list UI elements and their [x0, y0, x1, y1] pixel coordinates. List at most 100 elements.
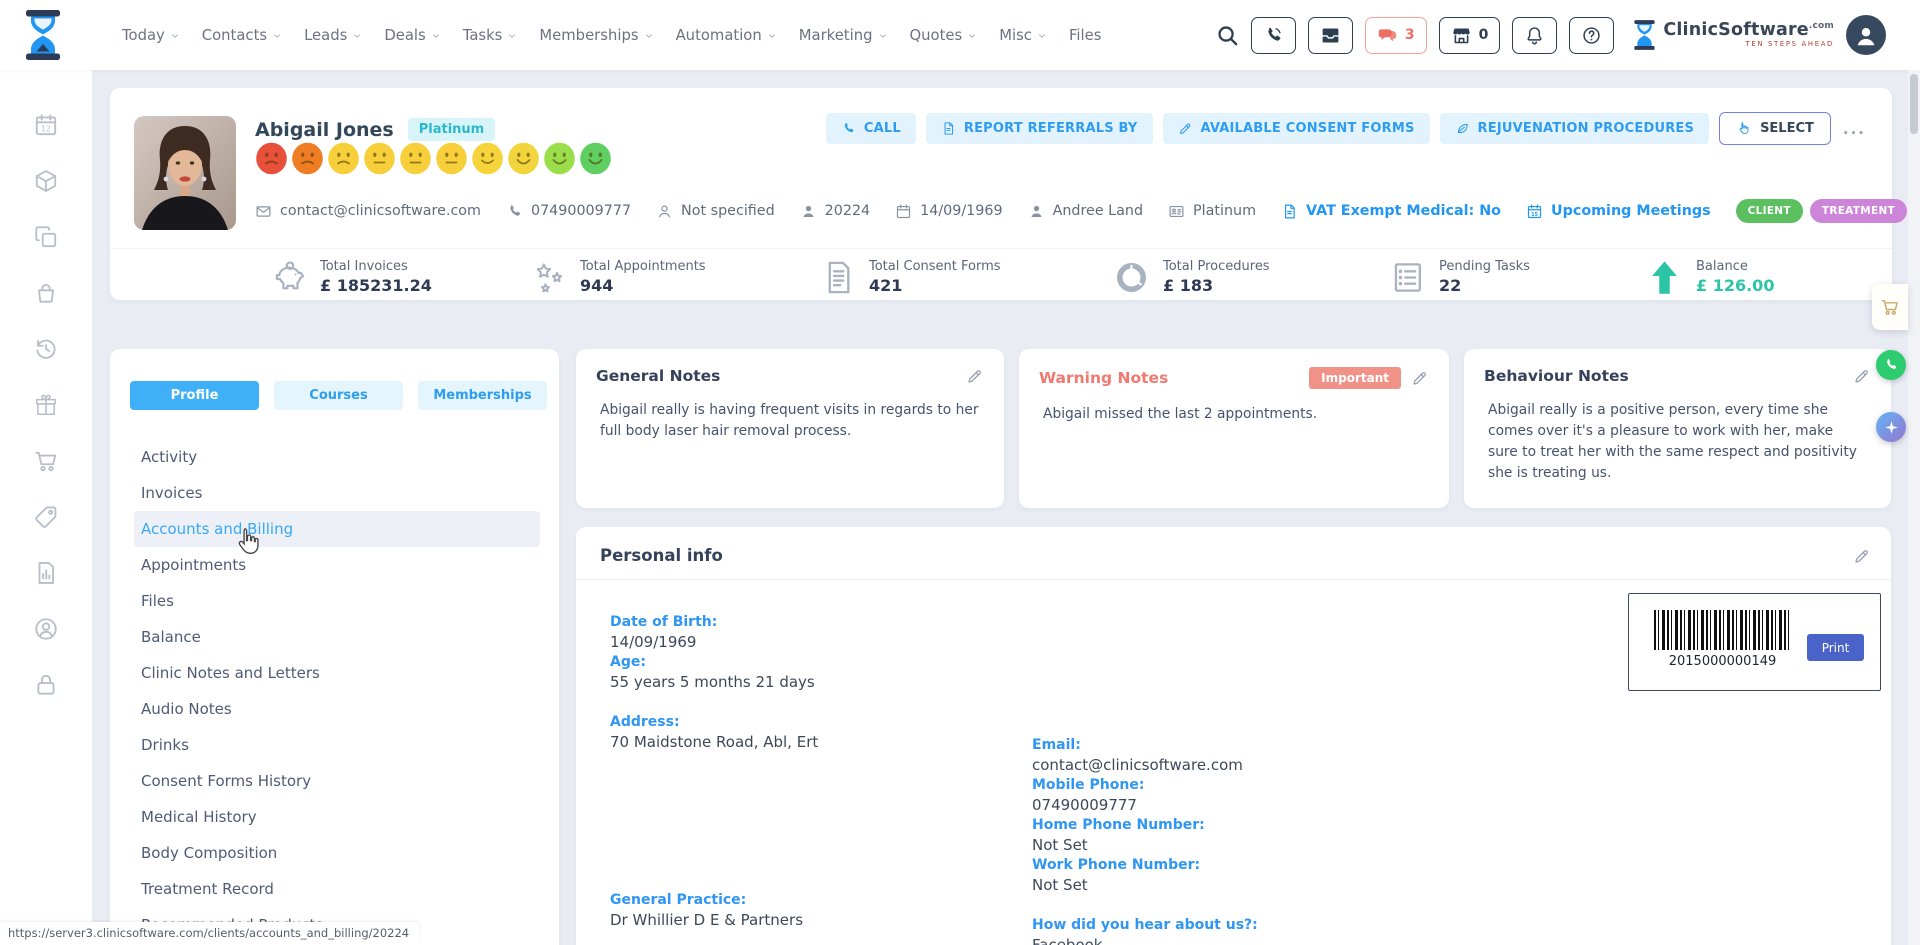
- sidebar-package-icon[interactable]: [33, 168, 59, 194]
- menu-balance[interactable]: Balance: [134, 619, 540, 655]
- sidebar-calendar-date-icon[interactable]: 12: [33, 112, 59, 138]
- sidebar-history-icon[interactable]: [33, 336, 59, 362]
- clinicsoftware-logo-icon[interactable]: [22, 10, 64, 60]
- stat-total-consent-forms: Total Consent Forms421: [819, 259, 1113, 296]
- phone-icon: [1883, 357, 1899, 373]
- mood-face-4[interactable]: [363, 142, 396, 175]
- sidebar-basket-icon[interactable]: [33, 280, 59, 306]
- bell-button[interactable]: [1512, 17, 1557, 54]
- sidebar-lock-icon[interactable]: [33, 672, 59, 698]
- nav-files[interactable]: Files: [1069, 27, 1101, 44]
- mood-face-3[interactable]: [327, 142, 360, 175]
- brand-suffix: .com: [1809, 21, 1834, 31]
- warning-notes-title: Warning Notes: [1039, 369, 1299, 387]
- sidebar-member-icon[interactable]: [33, 616, 59, 642]
- phone-call-icon: [1263, 25, 1284, 46]
- phone-icon: [841, 121, 856, 136]
- edit-pencil-icon[interactable]: [1853, 547, 1871, 565]
- mood-face-8[interactable]: [507, 142, 540, 175]
- menu-body-composition[interactable]: Body Composition: [134, 835, 540, 871]
- contact-upcoming-meetings[interactable]: 15Upcoming Meetings: [1526, 203, 1711, 220]
- nav-misc[interactable]: Misc: [999, 27, 1047, 44]
- general-notes-title: General Notes: [596, 367, 956, 385]
- more-options-button[interactable]: ...: [1841, 120, 1868, 138]
- label-treatment[interactable]: TREATMENT: [1810, 199, 1907, 223]
- cart-button[interactable]: [1872, 284, 1908, 330]
- tab-courses[interactable]: Courses: [274, 381, 403, 410]
- whatsapp-call-button[interactable]: [1876, 350, 1906, 380]
- patient-name: Abigail Jones: [255, 119, 394, 141]
- search-icon[interactable]: [1216, 24, 1239, 47]
- contact-vat-exempt-medical-no[interactable]: VAT Exempt Medical: No: [1281, 203, 1501, 220]
- nav-today[interactable]: Today: [122, 27, 180, 44]
- chevron-down-icon: [431, 31, 441, 41]
- sidebar-cart-icon[interactable]: [33, 448, 59, 474]
- nav-leads[interactable]: Leads: [304, 27, 362, 44]
- chevron-down-icon: [967, 31, 977, 41]
- menu-activity[interactable]: Activity: [134, 439, 540, 475]
- sidebar-report-icon[interactable]: [33, 560, 59, 586]
- sidebar-copies-icon[interactable]: [33, 224, 59, 250]
- menu-files[interactable]: Files: [134, 583, 540, 619]
- behaviour-notes-card: Behaviour Notes Abigail really is a posi…: [1464, 349, 1891, 508]
- mood-face-10[interactable]: [579, 142, 612, 175]
- menu-invoices[interactable]: Invoices: [134, 475, 540, 511]
- mood-face-5[interactable]: [399, 142, 432, 175]
- menu-drinks[interactable]: Drinks: [134, 727, 540, 763]
- chevron-down-icon: [170, 31, 180, 41]
- chat-icon: [1377, 25, 1398, 46]
- contact-not-specified: Not specified: [656, 203, 775, 220]
- menu-treatment-record[interactable]: Treatment Record: [134, 871, 540, 907]
- tab-profile[interactable]: Profile: [130, 381, 259, 410]
- print-button[interactable]: Print: [1807, 634, 1864, 661]
- phone-call-button[interactable]: [1251, 17, 1296, 54]
- menu-consent-forms-history[interactable]: Consent Forms History: [134, 763, 540, 799]
- sidebar-price-tag-icon[interactable]: [33, 504, 59, 530]
- nav-contacts[interactable]: Contacts: [202, 27, 282, 44]
- piggy-icon: [270, 259, 307, 296]
- stat-total-procedures: Total Procedures£ 183: [1113, 259, 1389, 296]
- edit-pencil-icon[interactable]: [966, 367, 984, 385]
- scrollbar-thumb[interactable]: [1910, 74, 1918, 134]
- person-filled-icon: [800, 203, 817, 220]
- id-card-icon: [1168, 203, 1185, 220]
- nav-quotes[interactable]: Quotes: [910, 27, 978, 44]
- ai-assistant-button[interactable]: [1876, 412, 1906, 442]
- menu-medical-history[interactable]: Medical History: [134, 799, 540, 835]
- menu-audio-notes[interactable]: Audio Notes: [134, 691, 540, 727]
- patient-photo[interactable]: [134, 116, 236, 230]
- menu-clinic-notes-and-letters[interactable]: Clinic Notes and Letters: [134, 655, 540, 691]
- available-consent-forms-button[interactable]: AVAILABLE CONSENT FORMS: [1163, 113, 1430, 144]
- stars-icon: [530, 259, 567, 296]
- mood-face-6[interactable]: [435, 142, 468, 175]
- nav-deals[interactable]: Deals: [384, 27, 440, 44]
- store-icon: [1451, 25, 1472, 46]
- store-button[interactable]: 0: [1439, 17, 1501, 54]
- sidebar-gift-icon[interactable]: [33, 392, 59, 418]
- mood-face-2[interactable]: [291, 142, 324, 175]
- nav-tasks[interactable]: Tasks: [463, 27, 518, 44]
- report-referrals-by-button[interactable]: REPORT REFERRALS BY: [926, 113, 1153, 144]
- help-button[interactable]: [1569, 17, 1614, 54]
- label-client[interactable]: CLIENT: [1736, 199, 1803, 223]
- menu-appointments[interactable]: Appointments: [134, 547, 540, 583]
- mood-face-1[interactable]: [255, 142, 288, 175]
- call-button[interactable]: CALL: [826, 113, 916, 144]
- stat-pending-tasks: Pending Tasks22: [1389, 259, 1646, 296]
- menu-accounts-and-billing[interactable]: Accounts and Billing: [134, 511, 540, 547]
- calendar-icon: [895, 203, 912, 220]
- user-avatar[interactable]: [1846, 15, 1886, 55]
- edit-pencil-icon[interactable]: [1853, 367, 1871, 385]
- rejuvenation-procedures-button[interactable]: REJUVENATION PROCEDURES: [1440, 113, 1710, 144]
- nav-memberships[interactable]: Memberships: [539, 27, 653, 44]
- mood-face-7[interactable]: [471, 142, 504, 175]
- select-button[interactable]: SELECT: [1719, 112, 1831, 145]
- mood-face-9[interactable]: [543, 142, 576, 175]
- inbox-button[interactable]: [1308, 17, 1353, 54]
- nav-marketing[interactable]: Marketing: [799, 27, 888, 44]
- edit-pencil-icon[interactable]: [1411, 369, 1429, 387]
- chat-button[interactable]: 3: [1365, 17, 1427, 54]
- tab-memberships[interactable]: Memberships: [418, 381, 547, 410]
- nav-automation[interactable]: Automation: [676, 27, 777, 44]
- client-barcode: 2015000000149 Print: [1628, 593, 1881, 691]
